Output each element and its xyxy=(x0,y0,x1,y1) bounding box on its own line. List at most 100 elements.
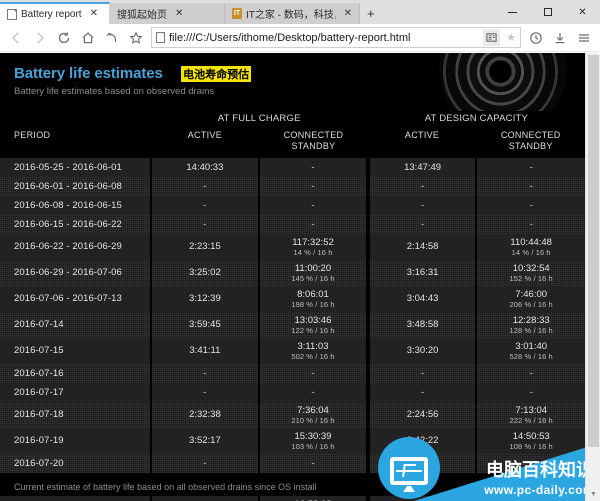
table-head: AT FULL CHARGE AT DESIGN CAPACITY PERIOD… xyxy=(0,111,585,158)
cell-value: - xyxy=(203,199,207,211)
history-clock-icon[interactable] xyxy=(524,26,548,50)
reading-view-icon[interactable] xyxy=(483,29,501,46)
cell-period: 2016-07-20 xyxy=(0,454,151,473)
cell-subvalue: 128 % / 16 h xyxy=(509,325,553,335)
cell-value: 117:32:52 xyxy=(292,236,334,248)
document-icon xyxy=(7,8,17,20)
cell-subvalue: 122 % / 16 h xyxy=(291,325,335,335)
cell-value: 3:01:40 xyxy=(515,340,548,352)
page-document-icon xyxy=(156,32,165,43)
cell-subvalue: 198 % / 16 h xyxy=(291,299,335,309)
cell-fullcharge-standby: - xyxy=(258,157,368,177)
cell-design-standby: - xyxy=(475,453,585,473)
tab-battery-report[interactable]: Battery report ✕ xyxy=(0,2,110,24)
tab-ithome[interactable]: IT IT之家 - 数码，科技，生 ✕ xyxy=(225,3,360,24)
cell-value: 10:32:54 xyxy=(512,262,550,274)
cell-design-standby: 110:44:48 14 % / 16 h xyxy=(475,233,585,260)
refresh-icon[interactable] xyxy=(52,26,76,50)
column-header-fullcharge-active: ACTIVE xyxy=(150,127,260,158)
battery-life-estimates-table: AT FULL CHARGE AT DESIGN CAPACITY PERIOD… xyxy=(0,111,585,473)
cell-value: 3:25:02 xyxy=(189,267,221,278)
column-header-row: PERIOD ACTIVE CONNECTED STANDBY ACTIVE C… xyxy=(0,127,585,158)
cell-value: - xyxy=(203,218,207,230)
cell-fullcharge-standby: - xyxy=(258,363,368,383)
tab-title: 搜狐起始页 xyxy=(117,10,167,21)
tab-close-icon[interactable]: ✕ xyxy=(88,9,100,19)
column-header-design-standby: CONNECTED STANDBY xyxy=(476,127,585,158)
table-row: 2016-07-19 3:52:17 15:30:39 103 % / 16 h 3:4… xyxy=(0,427,585,454)
table-row: Since OS install3:01:2012:58:08123 % / 1… xyxy=(0,495,585,501)
browser-window: Battery report ✕ 搜狐起始页 ✕ IT IT之家 - 数码，科技… xyxy=(0,0,600,501)
cell-design-standby: - xyxy=(475,195,585,215)
cell-value: 7:36:04 xyxy=(297,404,329,416)
cell-design-active: 3:30:20 xyxy=(365,337,477,364)
cell-value: - xyxy=(420,199,425,211)
cell-fullcharge-standby: - xyxy=(258,214,368,234)
cell-fullcharge-active: 3:52:17 xyxy=(149,427,260,454)
cell-value: - xyxy=(311,199,315,211)
cell-fullcharge-active: - xyxy=(149,176,260,196)
minimize-button[interactable] xyxy=(495,0,530,24)
cell-period: 2016-07-06 - 2016-07-13 xyxy=(0,285,151,312)
cell-design-standby: - xyxy=(475,157,585,177)
pen-icon[interactable] xyxy=(100,26,124,50)
cell-fullcharge-active: 3:41:11 xyxy=(149,337,260,364)
column-header-line1: CONNECTED xyxy=(500,130,561,140)
cell-design-active: - xyxy=(365,382,477,402)
cell-value: 2016-07-19 xyxy=(14,435,64,446)
url-text[interactable]: file:///C:/Users/ithome/Desktop/battery-… xyxy=(169,32,479,44)
hamburger-menu-icon[interactable] xyxy=(572,26,596,50)
group-header-row: AT FULL CHARGE AT DESIGN CAPACITY xyxy=(0,111,585,127)
close-button[interactable]: ✕ xyxy=(565,0,600,24)
forward-icon[interactable] xyxy=(28,26,52,50)
maximize-button[interactable] xyxy=(530,0,565,24)
table-row: 2016-07-20 - - - - xyxy=(0,453,585,473)
vertical-scrollbar[interactable]: ▲ ▼ xyxy=(585,53,600,501)
table-row: 2016-06-08 - 2016-06-15 - - - - xyxy=(0,195,585,215)
cell-value: - xyxy=(420,218,425,230)
tab-close-icon[interactable]: ✕ xyxy=(173,8,185,19)
back-icon[interactable] xyxy=(4,26,28,50)
cell-period: Since OS install xyxy=(0,495,151,501)
column-header-fullcharge-standby: CONNECTED STANDBY xyxy=(259,127,368,158)
download-icon[interactable] xyxy=(548,26,572,50)
table-body: 2016-05-25 - 2016-06-01 14:40:33 - 13:47:49… xyxy=(0,157,585,473)
scrollbar-thumb[interactable] xyxy=(588,55,599,447)
star-icon[interactable] xyxy=(124,26,148,50)
cell-design-active: 3:16:31 xyxy=(365,259,477,286)
cell-value: 14:50:53 xyxy=(512,430,550,442)
cell-value: 11:00:20 xyxy=(294,262,332,274)
cell-value: 3:04:43 xyxy=(406,293,439,304)
table-row: 2016-07-17 - - - - xyxy=(0,382,585,402)
cell-subvalue: 502 % / 16 h xyxy=(291,351,335,361)
cell-value: - xyxy=(420,367,425,379)
cell-value: 2016-07-18 xyxy=(14,409,64,420)
tab-sohu-home[interactable]: 搜狐起始页 ✕ xyxy=(110,3,225,24)
scroll-down-icon[interactable]: ▼ xyxy=(586,487,600,501)
cell-value: - xyxy=(529,199,533,211)
cell-fullcharge-standby: - xyxy=(258,195,368,215)
cell-fullcharge-active: - xyxy=(149,453,260,473)
highlight-badge: 电池寿命预估 xyxy=(181,65,252,82)
table-row: 2016-07-14 3:59:45 13:03:46 122 % / 16 h 3:4… xyxy=(0,311,585,338)
address-bar[interactable]: file:///C:/Users/ithome/Desktop/battery-… xyxy=(151,27,521,48)
table-row: 2016-07-16 - - - - xyxy=(0,363,585,383)
cell-period: 2016-05-25 - 2016-06-01 xyxy=(0,157,151,177)
cell-fullcharge-standby: 7:36:04 210 % / 16 h xyxy=(258,401,368,428)
cell-design-standby: 10:32:54 152 % / 16 h xyxy=(475,259,585,286)
summary-footnote: Current estimate of battery life based o… xyxy=(14,481,317,492)
title-bar: Battery report ✕ 搜狐起始页 ✕ IT IT之家 - 数码，科技… xyxy=(0,0,600,24)
new-tab-button[interactable]: + xyxy=(360,3,382,24)
cell-value: 2016-07-16 xyxy=(14,367,64,379)
cell-design-active xyxy=(365,495,477,501)
tab-title: Battery report xyxy=(21,8,82,20)
cell-period: 2016-06-08 - 2016-06-15 xyxy=(0,195,151,215)
tab-close-icon[interactable]: ✕ xyxy=(342,8,354,19)
add-favorite-icon[interactable]: ★ xyxy=(504,31,518,44)
home-icon[interactable] xyxy=(76,26,100,50)
cell-value: 13:03:46 xyxy=(294,314,332,326)
page-subtitle: Battery life estimates based on observed… xyxy=(14,86,215,97)
cell-value: 2016-07-15 xyxy=(14,345,64,356)
cell-fullcharge-active: 14:40:33 xyxy=(149,157,260,177)
cell-value: 14:40:33 xyxy=(186,161,224,173)
